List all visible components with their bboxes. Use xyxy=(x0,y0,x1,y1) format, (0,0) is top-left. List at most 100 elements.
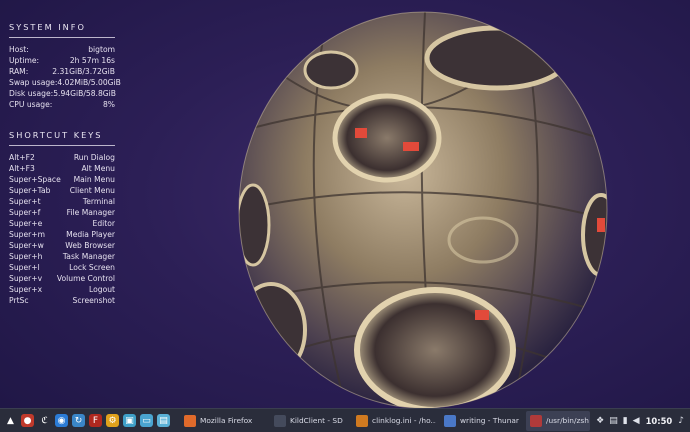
editor-icon xyxy=(356,414,368,427)
shortcut-action: Task Manager xyxy=(62,252,115,261)
monitor-icon[interactable]: ▭ xyxy=(140,414,153,427)
shortcut-key: Super+l xyxy=(9,263,40,272)
shortcut-key: Super+f xyxy=(9,208,41,217)
info-row: Super+h Task Manager xyxy=(9,251,115,262)
clipboard-icon[interactable]: ▤ xyxy=(609,416,618,426)
shortcut-action: Client Menu xyxy=(69,186,115,195)
desktop[interactable]: SYSTEM INFO Host: bigtom Uptime: 2h 57m 16s… xyxy=(0,0,690,408)
shortcut-key: Super+m xyxy=(9,230,46,239)
shortcut-key: Super+t xyxy=(9,197,41,206)
clock[interactable]: 10:50 xyxy=(646,416,673,426)
info-label: CPU usage: xyxy=(9,100,53,109)
taskbar-task[interactable]: writing - Thunar xyxy=(440,411,522,431)
firefox-icon xyxy=(184,414,196,427)
info-value: 4.02MiB/5.00GiB xyxy=(57,78,121,87)
divider xyxy=(9,145,115,146)
info-label: RAM: xyxy=(9,67,29,76)
info-row: Super+l Lock Screen xyxy=(9,262,115,273)
info-row: Super+f File Manager xyxy=(9,207,115,218)
info-row: CPU usage: 8% xyxy=(9,99,115,110)
shortcut-action: Web Browser xyxy=(65,241,115,250)
volume-icon[interactable]: ◀ xyxy=(633,416,640,426)
info-row: Host: bigtom xyxy=(9,44,115,55)
conky-panel: SYSTEM INFO Host: bigtom Uptime: 2h 57m 16s… xyxy=(9,22,121,306)
shortcut-action: Main Menu xyxy=(73,175,115,184)
shortcut-action: Logout xyxy=(89,285,115,294)
info-row: Super+x Logout xyxy=(9,284,115,295)
info-row: Alt+F3 Alt Menu xyxy=(9,163,115,174)
refresh-icon[interactable]: ↻ xyxy=(72,414,85,427)
taskbar-task[interactable]: KildClient - SD xyxy=(270,411,348,431)
shortcut-key: PrtSc xyxy=(9,296,29,305)
system-info-title: SYSTEM INFO xyxy=(9,22,86,32)
info-row: Uptime: 2h 57m 16s xyxy=(9,55,115,66)
settings-icon[interactable]: ⚙ xyxy=(106,414,119,427)
taskbar-task[interactable]: Mozilla Firefox xyxy=(180,411,266,431)
shortcut-key: Super+Tab xyxy=(9,186,51,195)
shortcut-key: Super+x xyxy=(9,285,43,294)
info-label: Uptime: xyxy=(9,56,40,65)
info-row: RAM: 2.31GiB/3.72GiB xyxy=(9,66,115,77)
dino-icon[interactable]: ℭ xyxy=(38,414,51,427)
shortcut-action: Run Dialog xyxy=(73,153,115,162)
battery-icon[interactable]: ▮ xyxy=(623,416,628,426)
kildclient-icon xyxy=(274,414,286,427)
notifications-icon[interactable]: ♪ xyxy=(678,416,684,426)
info-row: Alt+F2 Run Dialog xyxy=(9,152,115,163)
shortcut-action: Alt Menu xyxy=(81,164,115,173)
shortcut-key: Super+e xyxy=(9,219,43,228)
folder-icon xyxy=(444,414,456,427)
shortcut-action: Media Player xyxy=(66,230,115,239)
image-viewer-icon[interactable]: ▣ xyxy=(123,414,136,427)
shortcut-key: Alt+F3 xyxy=(9,164,35,173)
info-value: 5.94GiB/58.8GiB xyxy=(53,89,116,98)
info-row: Super+w Web Browser xyxy=(9,240,115,251)
info-value: 2.31GiB/3.72GiB xyxy=(52,67,115,76)
info-row: Super+Space Main Menu xyxy=(9,174,115,185)
app-red-icon[interactable]: ● xyxy=(21,414,34,427)
info-value: 8% xyxy=(102,100,115,109)
info-row: Super+m Media Player xyxy=(9,229,115,240)
network-icon[interactable]: ◉ xyxy=(55,414,68,427)
shortcut-key: Super+h xyxy=(9,252,43,261)
task-label: writing - Thunar xyxy=(460,416,519,425)
taskbar: ▲ ● ℭ ◉ ↻ F ⚙ ▣ ▭ ▤ Mozilla Firefox KildClient - S… xyxy=(0,408,690,432)
shortcut-action: Editor xyxy=(92,219,115,228)
sphere-wallpaper xyxy=(238,11,608,408)
filezilla-icon[interactable]: F xyxy=(89,414,102,427)
arch-menu-icon[interactable]: ▲ xyxy=(4,414,17,427)
shortcut-action: Terminal xyxy=(82,197,115,206)
task-label: clinklog.ini - /ho... xyxy=(372,416,436,425)
info-label: Swap usage: xyxy=(9,78,58,87)
info-label: Disk usage: xyxy=(9,89,54,98)
info-value: bigtom xyxy=(88,45,115,54)
shortcut-key: Alt+F2 xyxy=(9,153,35,162)
shortcut-action: Lock Screen xyxy=(69,263,115,272)
shortcut-key: Super+Space xyxy=(9,175,61,184)
shortcut-keys-title: SHORTCUT KEYS xyxy=(9,130,103,140)
shortcut-action: File Manager xyxy=(66,208,115,217)
system-tray: ❖ ▤ ▮ ◀ 10:50 ♪ xyxy=(591,416,690,426)
taskbar-task[interactable]: clinklog.ini - /ho... xyxy=(352,411,436,431)
info-row: Super+Tab Client Menu xyxy=(9,185,115,196)
info-label: Host: xyxy=(9,45,29,54)
task-label: Mozilla Firefox xyxy=(200,416,253,425)
task-label: KildClient - SD xyxy=(290,416,343,425)
info-row: Super+e Editor xyxy=(9,218,115,229)
shortcut-action: Volume Control xyxy=(56,274,115,283)
info-row: Swap usage: 4.02MiB/5.00GiB xyxy=(9,77,121,88)
divider xyxy=(9,37,115,38)
info-value: 2h 57m 16s xyxy=(69,56,115,65)
task-label: /usr/bin/zsh xyxy=(546,416,589,425)
screenshot-icon[interactable]: ▤ xyxy=(157,414,170,427)
info-row: Super+v Volume Control xyxy=(9,273,115,284)
shortcut-action: Screenshot xyxy=(72,296,116,305)
info-row: Super+t Terminal xyxy=(9,196,115,207)
info-row: Disk usage: 5.94GiB/58.8GiB xyxy=(9,88,116,99)
shortcut-key: Super+w xyxy=(9,241,44,250)
taskbar-task[interactable]: /usr/bin/zsh xyxy=(526,410,590,431)
dropbox-icon[interactable]: ❖ xyxy=(596,416,604,426)
info-row: PrtSc Screenshot xyxy=(9,295,115,306)
shortcut-key: Super+v xyxy=(9,274,43,283)
terminal-icon xyxy=(530,414,542,427)
